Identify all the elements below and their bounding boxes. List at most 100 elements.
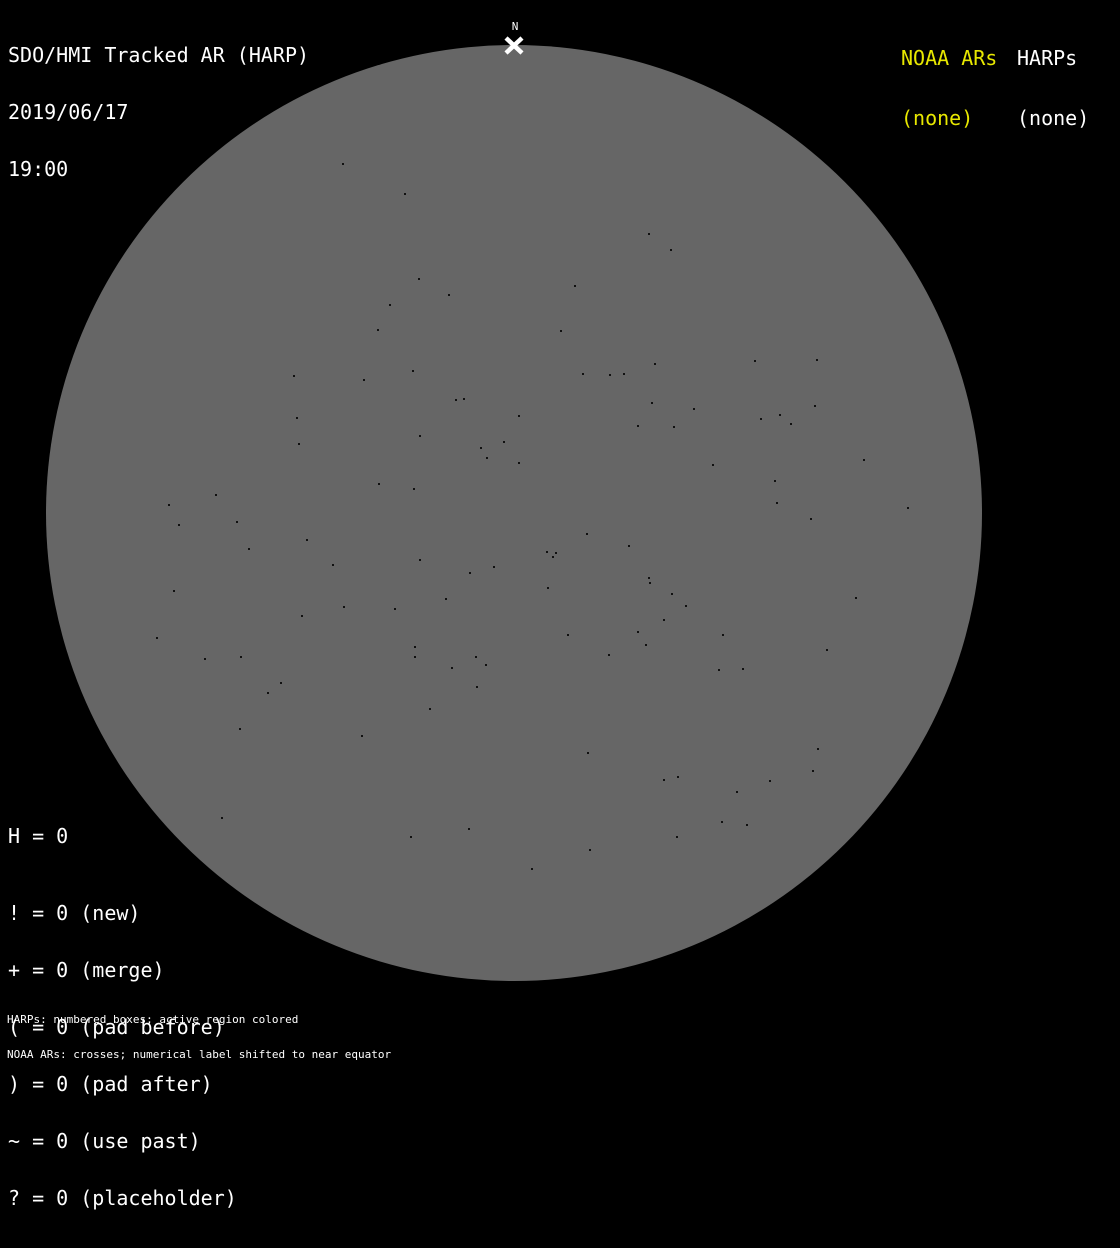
speckle-dot (663, 619, 665, 621)
speckle-dot (296, 417, 298, 419)
speckle-dot (378, 483, 380, 485)
legend-item-new: ! = 0 (new) (8, 901, 141, 925)
speckle-dot (774, 480, 776, 482)
speckle-dot (649, 582, 651, 584)
noaa-ars-value: (none) (901, 106, 974, 130)
speckle-dot (816, 359, 818, 361)
speckle-dot (404, 193, 406, 195)
speckle-dot (907, 507, 909, 509)
speckle-dot (518, 462, 520, 464)
observation-time: 19:00 (8, 157, 69, 181)
speckle-dot (463, 398, 465, 400)
speckle-dot (648, 233, 650, 235)
speckle-dot (363, 379, 365, 381)
speckle-dot (469, 572, 471, 574)
speckle-dot (173, 590, 175, 592)
speckle-dot (742, 668, 744, 670)
noaa-ars-column: NOAA ARs (none) (901, 8, 997, 168)
speckle-dot (645, 644, 647, 646)
speckle-dot (685, 605, 687, 607)
speckle-dot (468, 828, 470, 830)
speckle-dot (637, 425, 639, 427)
speckle-dot (306, 539, 308, 541)
speckle-dot (248, 548, 250, 550)
speckle-dot (760, 418, 762, 420)
speckle-dot (419, 435, 421, 437)
speckle-dot (267, 692, 269, 694)
speckle-dot (503, 441, 505, 443)
speckle-dot (826, 649, 828, 651)
speckle-dot (769, 780, 771, 782)
speckle-dot (240, 656, 242, 658)
speckle-dot (414, 646, 416, 648)
speckle-dot (654, 363, 656, 365)
speckle-dot (236, 521, 238, 523)
speckle-dot (451, 667, 453, 669)
speckle-dot (298, 443, 300, 445)
speckle-dot (648, 577, 650, 579)
speckle-dot (673, 426, 675, 428)
speckle-dot (343, 606, 345, 608)
speckle-dot (574, 285, 576, 287)
speckle-dot (445, 598, 447, 600)
speckle-dot (671, 593, 673, 595)
speckle-dot (812, 770, 814, 772)
speckle-dot (419, 559, 421, 561)
speckle-dot (587, 752, 589, 754)
speckle-dot (628, 545, 630, 547)
speckle-dot (754, 360, 756, 362)
solar-visualization: SDO/HMI Tracked AR (HARP) 2019/06/17 19:… (0, 0, 1120, 1209)
page-title: SDO/HMI Tracked AR (HARP) (8, 43, 310, 67)
speckle-dot (342, 163, 344, 165)
harps-value: (none) (1017, 106, 1090, 130)
harps-label: HARPs (1017, 46, 1078, 70)
footer-notes: HARPs: numbered boxes; active region col… (7, 991, 391, 1083)
observation-date: 2019/06/17 (8, 100, 129, 124)
footer-note-noaa: NOAA ARs: crosses; numerical label shift… (7, 1047, 392, 1061)
speckle-dot (178, 524, 180, 526)
speckle-dot (476, 686, 478, 688)
speckle-dot (413, 488, 415, 490)
speckle-dot (293, 375, 295, 377)
speckle-dot (746, 824, 748, 826)
speckle-dot (560, 330, 562, 332)
speckle-dot (663, 779, 665, 781)
speckle-dot (475, 656, 477, 658)
speckle-dot (712, 464, 714, 466)
speckle-dot (332, 564, 334, 566)
speckle-dot (547, 587, 549, 589)
speckle-dot (518, 415, 520, 417)
speckle-dot (412, 370, 414, 372)
speckle-dot (301, 615, 303, 617)
speckle-dot (721, 821, 723, 823)
speckle-dot (623, 373, 625, 375)
speckle-dot (608, 654, 610, 656)
speckle-dot (546, 551, 548, 553)
speckle-dot (736, 791, 738, 793)
speckle-dot (586, 533, 588, 535)
speckle-dot (418, 278, 420, 280)
speckle-dot (414, 656, 416, 658)
speckle-dot (582, 373, 584, 375)
speckle-dot (637, 631, 639, 633)
speckle-dot (609, 374, 611, 376)
speckle-dot (863, 459, 865, 461)
speckle-dot (810, 518, 812, 520)
legend-item-use-past: ~ = 0 (use past) (8, 1129, 201, 1153)
speckle-dot (855, 597, 857, 599)
speckle-dot (814, 405, 816, 407)
north-label: N (511, 20, 519, 33)
speckle-dot (204, 658, 206, 660)
speckle-dot (377, 329, 379, 331)
speckle-dot (555, 552, 557, 554)
speckle-dot (677, 776, 679, 778)
speckle-dot (589, 849, 591, 851)
speckle-dot (651, 402, 653, 404)
speckle-dot (361, 735, 363, 737)
speckle-dot (567, 634, 569, 636)
north-cross-icon (504, 36, 524, 55)
speckle-dot (552, 556, 554, 558)
speckle-dot (448, 294, 450, 296)
speckle-dot (429, 708, 431, 710)
speckle-dot (410, 836, 412, 838)
